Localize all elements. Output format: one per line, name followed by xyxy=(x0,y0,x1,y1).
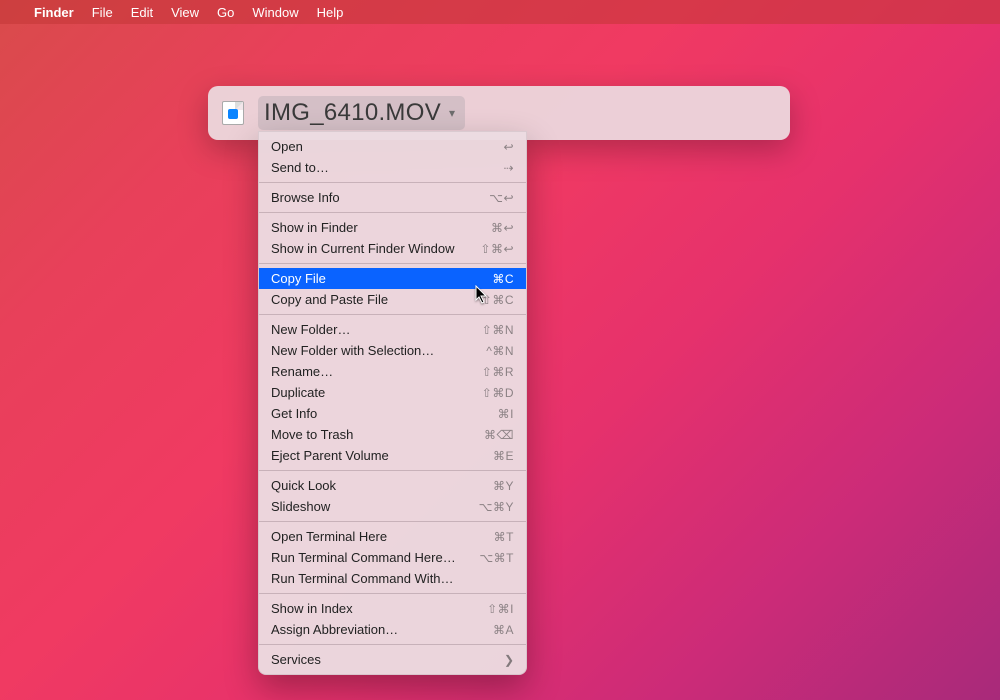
menu-item-quick-look[interactable]: Quick Look ⌘Y xyxy=(259,475,526,496)
menu-item-label: Services xyxy=(271,652,321,667)
context-menu: Open ↩ Send to… ⇢ Browse Info ⌥↩ Show in Finde… xyxy=(258,131,527,675)
shortcut-label: ⇧⌘N xyxy=(482,323,514,337)
menu-item-label: Rename… xyxy=(271,364,333,379)
menu-separator xyxy=(259,470,526,471)
menu-item-label: Copy and Paste File xyxy=(271,292,388,307)
shortcut-label: ⇧⌘R xyxy=(482,365,514,379)
shortcut-label: ⌘⌫ xyxy=(484,428,514,442)
menu-item-label: Open xyxy=(271,139,303,154)
chevron-down-icon: ▾ xyxy=(449,106,455,120)
menu-item-label: Eject Parent Volume xyxy=(271,448,389,463)
menu-item-assign-abbreviation[interactable]: Assign Abbreviation… ⌘A xyxy=(259,619,526,640)
menu-item-open-terminal-here[interactable]: Open Terminal Here ⌘T xyxy=(259,526,526,547)
menu-item-label: Duplicate xyxy=(271,385,325,400)
shortcut-label: ⌘Y xyxy=(493,479,514,493)
menu-item-label: Quick Look xyxy=(271,478,336,493)
shortcut-label: ⌘C xyxy=(492,272,514,286)
menu-item-label: Open Terminal Here xyxy=(271,529,387,544)
menu-go[interactable]: Go xyxy=(217,5,234,20)
shortcut-label: ⌘A xyxy=(493,623,514,637)
shortcut-label: ⇧⌘↩ xyxy=(480,242,514,256)
menu-separator xyxy=(259,263,526,264)
menu-item-show-in-current-finder-window[interactable]: Show in Current Finder Window ⇧⌘↩ xyxy=(259,238,526,259)
shortcut-label: ⇧⌘C xyxy=(482,293,514,307)
menu-item-eject-parent-volume[interactable]: Eject Parent Volume ⌘E xyxy=(259,445,526,466)
menu-item-show-in-finder[interactable]: Show in Finder ⌘↩ xyxy=(259,217,526,238)
menu-item-label: Show in Current Finder Window xyxy=(271,241,455,256)
shortcut-label: ⌥⌘Y xyxy=(479,500,514,514)
menu-item-rename[interactable]: Rename… ⇧⌘R xyxy=(259,361,526,382)
menu-item-run-terminal-command-here[interactable]: Run Terminal Command Here… ⌥⌘T xyxy=(259,547,526,568)
menu-item-slideshow[interactable]: Slideshow ⌥⌘Y xyxy=(259,496,526,517)
menu-item-label: Assign Abbreviation… xyxy=(271,622,398,637)
menu-item-copy-file[interactable]: Copy File ⌘C xyxy=(259,268,526,289)
menu-separator xyxy=(259,593,526,594)
file-name-field[interactable]: IMG_6410.MOV ▾ xyxy=(258,96,465,130)
menu-item-label: Copy File xyxy=(271,271,326,286)
menu-item-label: Send to… xyxy=(271,160,329,175)
menu-item-label: Show in Finder xyxy=(271,220,358,235)
shortcut-label: ⇢ xyxy=(503,161,514,175)
movie-file-icon xyxy=(222,101,244,125)
shortcut-label: ⌘E xyxy=(493,449,514,463)
menu-separator xyxy=(259,212,526,213)
menu-item-services[interactable]: Services ❯ xyxy=(259,649,526,670)
menu-item-label: Get Info xyxy=(271,406,317,421)
menu-item-label: Slideshow xyxy=(271,499,330,514)
menu-item-open[interactable]: Open ↩ xyxy=(259,136,526,157)
menu-separator xyxy=(259,182,526,183)
menu-item-browse-info[interactable]: Browse Info ⌥↩ xyxy=(259,187,526,208)
shortcut-label: ⌘↩ xyxy=(491,221,514,235)
shortcut-label: ⇧⌘I xyxy=(487,602,514,616)
shortcut-label: ⌥↩ xyxy=(489,191,514,205)
app-name[interactable]: Finder xyxy=(34,5,74,20)
menu-item-duplicate[interactable]: Duplicate ⇧⌘D xyxy=(259,382,526,403)
menu-item-copy-and-paste-file[interactable]: Copy and Paste File ⇧⌘C xyxy=(259,289,526,310)
menu-item-move-to-trash[interactable]: Move to Trash ⌘⌫ xyxy=(259,424,526,445)
menu-item-run-terminal-command-with[interactable]: Run Terminal Command With… xyxy=(259,568,526,589)
menu-item-new-folder-with-selection[interactable]: New Folder with Selection… ^⌘N xyxy=(259,340,526,361)
shortcut-label: ^⌘N xyxy=(486,344,514,358)
shortcut-label: ↩ xyxy=(503,140,514,154)
menu-separator xyxy=(259,644,526,645)
shortcut-label: ⌘I xyxy=(498,407,514,421)
menu-item-label: Run Terminal Command With… xyxy=(271,571,454,586)
shortcut-label: ⇧⌘D xyxy=(482,386,514,400)
menu-separator xyxy=(259,521,526,522)
menu-item-send-to[interactable]: Send to… ⇢ xyxy=(259,157,526,178)
menu-help[interactable]: Help xyxy=(317,5,344,20)
menu-item-show-in-index[interactable]: Show in Index ⇧⌘I xyxy=(259,598,526,619)
menu-item-label: Run Terminal Command Here… xyxy=(271,550,456,565)
menu-item-label: Move to Trash xyxy=(271,427,353,442)
menu-item-new-folder[interactable]: New Folder… ⇧⌘N xyxy=(259,319,526,340)
submenu-arrow-icon: ❯ xyxy=(504,653,514,667)
file-name-text: IMG_6410.MOV xyxy=(264,99,441,127)
menu-item-label: New Folder… xyxy=(271,322,350,337)
shortcut-label: ⌥⌘T xyxy=(479,551,514,565)
menu-edit[interactable]: Edit xyxy=(131,5,153,20)
menu-view[interactable]: View xyxy=(171,5,199,20)
menu-window[interactable]: Window xyxy=(252,5,298,20)
shortcut-label: ⌘T xyxy=(494,530,514,544)
menu-item-label: New Folder with Selection… xyxy=(271,343,434,358)
menu-item-label: Show in Index xyxy=(271,601,353,616)
menu-file[interactable]: File xyxy=(92,5,113,20)
menu-item-get-info[interactable]: Get Info ⌘I xyxy=(259,403,526,424)
system-menubar: Finder File Edit View Go Window Help xyxy=(0,0,1000,24)
menu-item-label: Browse Info xyxy=(271,190,340,205)
menu-separator xyxy=(259,314,526,315)
